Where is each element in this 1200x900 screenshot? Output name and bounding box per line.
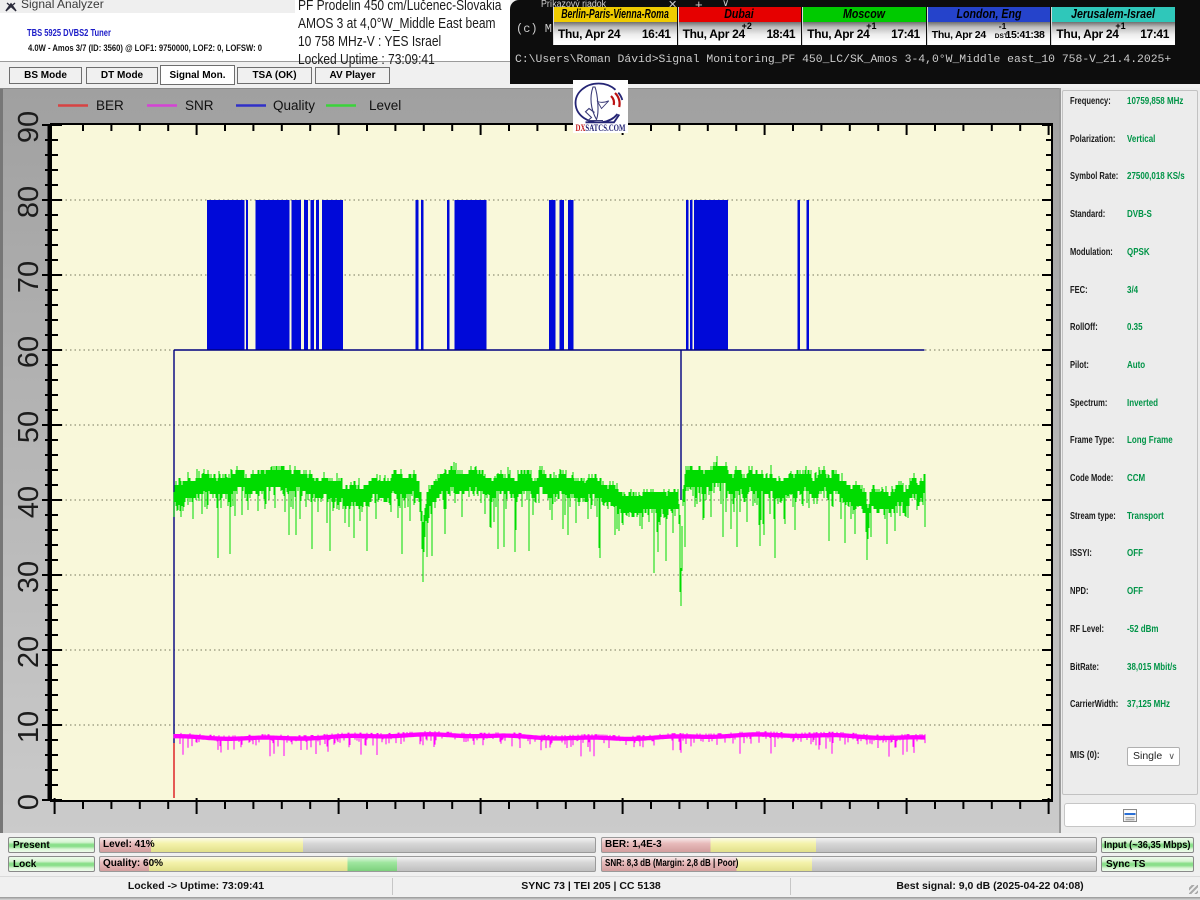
svg-text:0: 0 [13,794,45,810]
svg-text:30: 30 [13,561,45,593]
svg-text:90: 90 [13,111,45,143]
svg-text:Level: Level [369,98,401,113]
svg-text:70: 70 [13,261,45,293]
svg-text:SNR: SNR [185,98,214,113]
svg-text:40: 40 [13,486,45,518]
svg-text:60: 60 [13,336,45,368]
svg-text:80: 80 [13,186,45,218]
svg-text:20: 20 [13,636,45,668]
svg-text:DXSATCS.COM: DXSATCS.COM [576,123,626,133]
svg-text:Quality: Quality [273,98,315,113]
svg-text:50: 50 [13,411,45,443]
svg-text:BER: BER [96,98,124,113]
svg-text:10: 10 [13,711,45,743]
